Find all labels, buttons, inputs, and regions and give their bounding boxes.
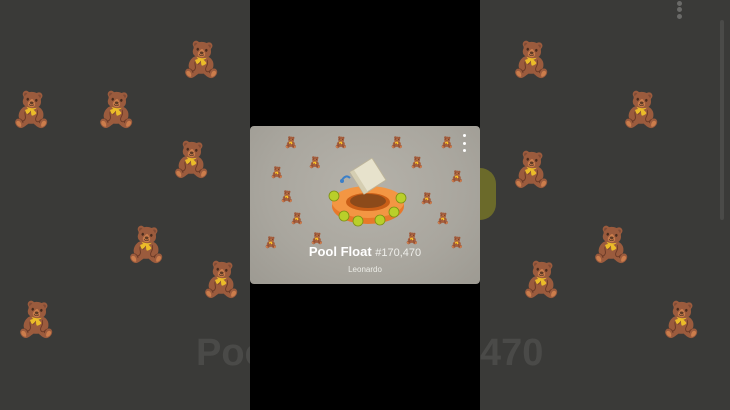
bear-pattern-icon: 🧸 xyxy=(284,137,298,149)
scrollbar[interactable] xyxy=(720,20,724,220)
more-vertical-icon[interactable] xyxy=(673,0,685,20)
more-vertical-icon xyxy=(462,134,466,137)
bear-pattern-icon: 🧸 xyxy=(510,151,553,189)
bear-pattern-icon: 🧸 xyxy=(170,141,213,179)
pool-float-icon xyxy=(328,158,407,227)
bear-pattern-icon: 🧸 xyxy=(200,261,243,299)
bear-pattern-icon: 🧸 xyxy=(290,213,304,225)
gift-number: #170,470 xyxy=(375,247,422,259)
gift-card[interactable]: 🧸 🧸 🧸 🧸 🧸 🧸 🧸 🧸 🧸 🧸 🧸 🧸 🧸 🧸 🧸 🧸 Pool Flo… xyxy=(250,126,480,284)
bear-pattern-icon: 🧸 xyxy=(125,226,168,264)
bear-pattern-icon: 🧸 xyxy=(420,193,434,205)
bear-pattern-icon: 🧸 xyxy=(510,41,553,79)
background-number-text: 470 xyxy=(480,332,544,374)
bear-pattern-icon: 🧸 xyxy=(308,157,322,169)
bear-pattern-icon: 🧸 xyxy=(590,226,633,264)
bear-pattern-icon: 🧸 xyxy=(15,301,58,339)
bear-pattern-icon: 🧸 xyxy=(334,137,348,149)
bear-pattern-icon: 🧸 xyxy=(660,301,703,339)
bear-pattern-icon: 🧸 xyxy=(180,41,223,79)
bear-pattern-icon: 🧸 xyxy=(436,213,450,225)
bear-pattern-icon: 🧸 xyxy=(410,157,424,169)
gift-title: Pool Float #170,470 xyxy=(250,244,480,259)
bear-pattern-icon: 🧸 xyxy=(620,91,663,129)
float-ball-decoration xyxy=(480,168,496,220)
more-options-button[interactable] xyxy=(456,134,472,152)
bear-pattern-icon: 🧸 xyxy=(270,167,284,179)
bear-pattern-icon: 🧸 xyxy=(520,261,563,299)
bear-pattern-icon: 🧸 xyxy=(450,171,464,183)
bear-pattern-icon: 🧸 xyxy=(280,191,294,203)
gift-name: Pool Float xyxy=(308,244,372,259)
bear-pattern-icon: 🧸 xyxy=(440,137,454,149)
bear-pattern-icon: 🧸 xyxy=(95,91,138,129)
gift-owner[interactable]: Leonardo xyxy=(250,265,480,274)
bear-pattern-icon: 🧸 xyxy=(390,137,404,149)
bear-pattern-icon: 🧸 xyxy=(10,91,53,129)
